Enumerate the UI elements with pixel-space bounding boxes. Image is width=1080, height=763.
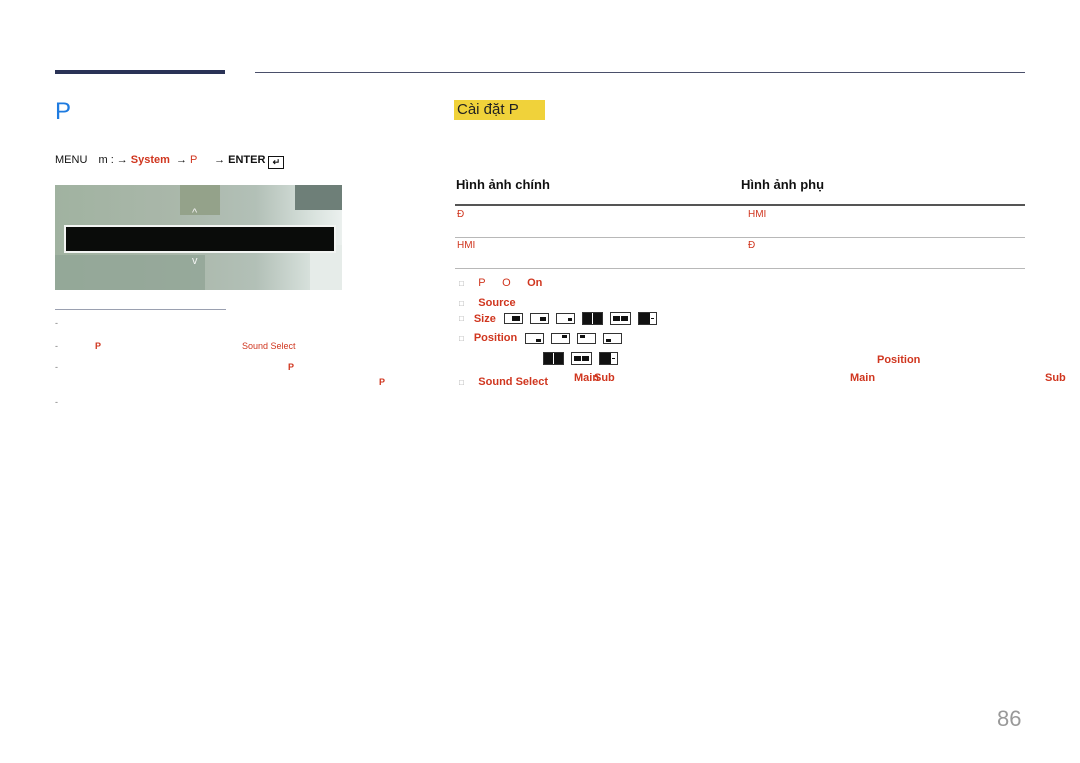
split-main-sub-icon — [599, 352, 618, 365]
split-wide-icon[interactable] — [609, 312, 631, 325]
osd-selected-item[interactable] — [64, 225, 336, 253]
menu-path: MENU m : → System → P → ENTER ↵ — [55, 154, 285, 169]
size-small-icon[interactable] — [555, 313, 575, 324]
table-cell: Đ — [457, 209, 465, 220]
enter-label: ENTER — [228, 154, 266, 166]
size-medium-icon[interactable] — [529, 313, 549, 324]
option-source-label: Source — [478, 297, 516, 309]
split-equal-icon — [543, 352, 564, 365]
pos-top-left-icon[interactable] — [577, 332, 597, 344]
note-dash: - — [55, 362, 58, 372]
note-2-red-sound-select: Sound Select — [242, 341, 296, 351]
bullet-icon: □ — [459, 279, 464, 288]
note-dash: - — [55, 341, 58, 351]
table-header-rule — [455, 204, 1025, 206]
option-pip-o: O — [502, 277, 511, 289]
note-3-red-p: P — [288, 362, 295, 372]
option-sound-select-label: Sound Select — [478, 376, 548, 388]
header-rule — [255, 72, 1025, 73]
table-row-rule — [455, 268, 1025, 269]
note-4: - — [55, 397, 58, 407]
osd-pixel-block — [180, 185, 220, 215]
note-3: - P P — [55, 362, 395, 390]
option-position: □ Position — [459, 332, 629, 344]
option-pip-p: P — [478, 277, 486, 289]
table-header-sub: Hình ảnh phụ — [741, 177, 825, 192]
menu-sep: : — [110, 154, 114, 166]
menu-label: MENU — [55, 154, 88, 166]
osd-pixel-block — [55, 255, 205, 290]
option-size: □ Size — [459, 312, 664, 325]
chevron-down-icon[interactable]: v — [192, 255, 198, 267]
page-title: P — [55, 98, 72, 125]
split-equal-icon[interactable] — [581, 312, 603, 325]
chevron-up-icon[interactable]: ^ — [192, 207, 197, 219]
note-dash: - — [55, 318, 58, 328]
menu-system-link[interactable]: System — [131, 154, 170, 166]
bullet-icon: □ — [459, 378, 464, 387]
menu-icon: m — [98, 154, 108, 166]
note-2: - P Sound Select — [55, 341, 395, 353]
bullet-icon: □ — [459, 299, 464, 308]
position-note-red: Position — [877, 354, 921, 366]
bullet-icon: □ — [459, 314, 464, 323]
pos-top-right-icon[interactable] — [551, 332, 571, 344]
option-size-label: Size — [473, 312, 496, 325]
position-note-icons — [543, 352, 625, 365]
header-accent-bar — [55, 70, 225, 74]
notes-divider — [55, 309, 226, 310]
bullet-icon: □ — [459, 333, 464, 343]
menu-item-link[interactable]: P — [190, 154, 197, 166]
table-row-rule — [455, 237, 1025, 238]
split-wide-icon — [571, 352, 592, 365]
option-sound-select: □ Sound Select Main Sub Main Sub — [459, 372, 1079, 390]
osd-menu-screenshot: ^ v — [55, 185, 342, 290]
table-cell: HMI — [457, 240, 476, 251]
pos-bottom-right-icon[interactable] — [525, 332, 545, 344]
sound-desc-sub: Sub — [1045, 372, 1066, 384]
table-cell: Đ — [748, 240, 756, 251]
enter-icon: ↵ — [268, 156, 285, 169]
option-source: □ Source — [459, 293, 516, 311]
table-cell: HMI — [748, 209, 767, 220]
option-position-label: Position — [473, 332, 518, 344]
size-large-icon[interactable] — [503, 313, 523, 324]
option-pip-value: On — [527, 277, 543, 289]
note-dash: - — [55, 397, 58, 407]
osd-pixel-block — [295, 185, 342, 210]
table-header-main: Hình ảnh chính — [456, 177, 550, 192]
page-number: 86 — [997, 706, 1022, 731]
pos-bottom-left-icon[interactable] — [603, 332, 623, 344]
arrow-icon: → — [116, 154, 128, 166]
note-3-red-p2: P — [379, 377, 386, 387]
sound-desc-main: Main — [850, 372, 876, 384]
arrow-icon: → — [175, 154, 187, 166]
option-pip-on: □ P O On — [459, 273, 542, 291]
option-sound-sub: Sub — [594, 372, 615, 384]
split-main-sub-icon[interactable] — [637, 312, 657, 325]
note-2-red-p: P — [95, 341, 102, 351]
arrow-icon: → — [214, 154, 226, 166]
note-1: - — [55, 318, 58, 328]
section-heading: Cài đặt P — [454, 100, 545, 120]
